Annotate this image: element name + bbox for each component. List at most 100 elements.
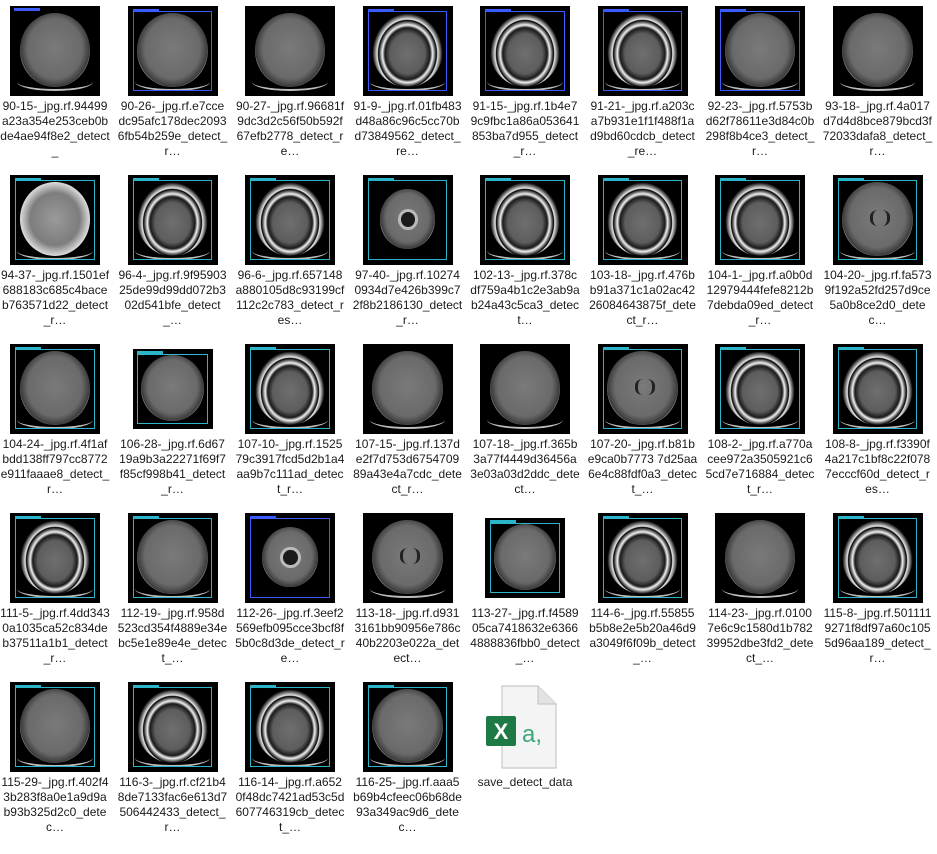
detection-label — [602, 177, 629, 181]
file-item[interactable]: 113-18-_jpg.rf.d9313161bb90956e786c40b22… — [353, 507, 463, 673]
detection-box — [602, 349, 683, 429]
file-item[interactable]: 116-14-_jpg.rf.a6520f48dc7421ad53c5d6077… — [235, 676, 345, 842]
detection-box — [250, 687, 330, 767]
detection-box — [602, 11, 683, 91]
file-item[interactable]: 102-13-_jpg.rf.378cdf759a4b1c2e3ab9ab24a… — [470, 169, 580, 335]
ct-thumbnail — [127, 513, 218, 603]
detection-label — [132, 177, 159, 181]
detection-box — [720, 180, 800, 260]
file-item[interactable]: 107-18-_jpg.rf.365b3a77f4449d36456a3e03a… — [470, 338, 580, 504]
file-item[interactable]: 93-18-_jpg.rf.4a017d7d4d8bce879bcd3f7203… — [823, 0, 933, 166]
file-name-label: 104-20-_jpg.rf.fa5739f192a52fd257d9ce5a0… — [823, 268, 932, 327]
detection-box — [367, 11, 448, 91]
ct-thumbnail — [362, 513, 453, 603]
file-item[interactable]: 115-8-_jpg.rf.5011119271f8df97a60c1055d9… — [823, 507, 933, 673]
file-name-label: 96-6-_jpg.rf.657148a880105d8c93199cf112c… — [235, 268, 345, 327]
ct-thumbnail — [362, 6, 453, 96]
file-item[interactable]: 104-24-_jpg.rf.4f1afbdd138ff797cc8772e91… — [0, 338, 110, 504]
detection-label — [15, 684, 42, 688]
file-item[interactable]: 97-40-_jpg.rf.102740934d7e426b399c72f8b2… — [353, 169, 463, 335]
file-item[interactable]: 90-27-_jpg.rf.96681f9dc3d2c56f50b592f67e… — [235, 0, 345, 166]
file-name-label: save_detect_data — [477, 775, 573, 789]
ct-thumbnail — [10, 344, 100, 434]
ct-thumbnail — [10, 175, 100, 265]
file-name-label: 103-18-_jpg.rf.476bb91a371c1a02ac4226084… — [589, 268, 696, 327]
file-name-label: 102-13-_jpg.rf.378cdf759a4b1c2e3ab9ab24a… — [470, 268, 580, 327]
file-item[interactable]: 108-2-_jpg.rf.a770acee972a3505921c65cd7e… — [705, 338, 815, 504]
ct-thumbnail — [245, 682, 335, 772]
ct-thumbnail — [715, 513, 805, 603]
detection-label — [489, 520, 516, 524]
detection-box — [367, 180, 448, 260]
file-item[interactable]: 107-15-_jpg.rf.137de2f7d753d675470989a43… — [353, 338, 463, 504]
file-name-label: 96-4-_jpg.rf.9f9590325de99d99dd072b302d5… — [118, 268, 227, 327]
detection-box — [15, 518, 95, 598]
detection-label — [132, 684, 159, 688]
ct-thumbnail — [128, 344, 218, 434]
ct-thumbnail — [127, 682, 218, 772]
file-item[interactable]: 103-18-_jpg.rf.476bb91a371c1a02ac4226084… — [588, 169, 698, 335]
file-name-label: 91-9-_jpg.rf.01fb483d48a86c96c5cc70bd738… — [353, 99, 462, 158]
detection-box — [720, 349, 800, 429]
ct-thumbnail — [832, 513, 923, 603]
file-item[interactable]: 107-10-_jpg.rf.152579c3917fcd5d2b1a4aa9b… — [235, 338, 345, 504]
file-item[interactable]: 91-15-_jpg.rf.1b4e79c9fbc1a86a053641853b… — [470, 0, 580, 166]
detection-label — [720, 8, 747, 12]
file-item[interactable]: 94-37-_jpg.rf.1501ef688183c685c4baceb763… — [0, 169, 110, 335]
detection-label — [837, 177, 864, 181]
file-item[interactable]: 114-6-_jpg.rf.55855b5b8e2e5b20a46d9a3049… — [588, 507, 698, 673]
detection-label — [602, 346, 629, 350]
file-item[interactable]: 107-20-_jpg.rf.b81be9ca0b7773 7d25aa6e4c… — [588, 338, 698, 504]
file-item[interactable]: 116-3-_jpg.rf.cf21b48de7133fac6e613d7506… — [118, 676, 228, 842]
detection-label — [602, 515, 629, 519]
file-grid: 90-15-_jpg.rf.94499a23a354e253ceb0bde4ae… — [0, 0, 937, 854]
detection-label — [367, 177, 394, 181]
file-name-label: 112-19-_jpg.rf.958d523cd354f4889e34ebc5e… — [117, 606, 228, 665]
file-item[interactable]: 90-15-_jpg.rf.94499a23a354e253ceb0bde4ae… — [0, 0, 110, 166]
file-item-excel[interactable]: Xa, save_detect_data — [470, 676, 580, 842]
detection-box — [137, 353, 208, 425]
file-item[interactable]: 111-5-_jpg.rf.4dd3430a1035ca52c834deb375… — [0, 507, 110, 673]
detection-label — [250, 346, 277, 350]
file-item[interactable]: 108-8-_jpg.rf.f3390f4a217c1bf8c22f0787ec… — [823, 338, 933, 504]
detection-box — [132, 11, 213, 91]
detection-box — [837, 518, 918, 598]
file-item[interactable]: 90-26-_jpg.rf.e7ccedc95afc178dec20936fb5… — [118, 0, 228, 166]
ct-thumbnail — [362, 175, 453, 265]
ct-thumbnail — [10, 513, 100, 603]
ct-thumbnail — [362, 682, 453, 772]
file-item[interactable]: 96-6-_jpg.rf.657148a880105d8c93199cf112c… — [235, 169, 345, 335]
file-name-label: 97-40-_jpg.rf.102740934d7e426b399c72f8b2… — [352, 268, 463, 327]
detection-label — [250, 515, 277, 519]
ct-thumbnail — [245, 175, 335, 265]
file-item[interactable]: 91-9-_jpg.rf.01fb483d48a86c96c5cc70bd738… — [353, 0, 463, 166]
file-item[interactable]: 96-4-_jpg.rf.9f9590325de99d99dd072b302d5… — [118, 169, 228, 335]
ct-thumbnail — [715, 175, 805, 265]
detection-box — [367, 687, 448, 767]
file-item[interactable]: 114-23-_jpg.rf.01007e6c9c1580d1b78239952… — [705, 507, 815, 673]
detection-label — [15, 346, 42, 350]
file-name-label: 107-18-_jpg.rf.365b3a77f4449d36456a3e03a… — [470, 437, 580, 496]
svg-text:X: X — [494, 719, 509, 744]
file-name-label: 108-2-_jpg.rf.a770acee972a3505921c65cd7e… — [705, 437, 815, 496]
file-item[interactable]: 112-19-_jpg.rf.958d523cd354f4889e34ebc5e… — [118, 507, 228, 673]
file-item[interactable]: 91-21-_jpg.rf.a203ca7b931e1f1f488f1ad9bd… — [588, 0, 698, 166]
ct-thumbnail — [362, 344, 453, 434]
detection-box — [489, 522, 561, 594]
file-item[interactable]: 116-25-_jpg.rf.aaa5b69b4cfeec06b68de93a3… — [353, 676, 463, 842]
file-item[interactable]: 113-27-_jpg.rf.f458905ca7418632e63664888… — [470, 507, 580, 673]
file-item[interactable]: 104-1-_jpg.rf.a0b0d12979444fefe8212b7deb… — [705, 169, 815, 335]
file-name-label: 104-24-_jpg.rf.4f1afbdd138ff797cc8772e91… — [0, 437, 110, 496]
detection-label — [367, 684, 394, 688]
file-item[interactable]: 92-23-_jpg.rf.5753bd62f78611e3d84c0b298f… — [705, 0, 815, 166]
detection-label — [15, 177, 42, 181]
detection-box — [602, 180, 683, 260]
file-name-label: 113-27-_jpg.rf.f458905ca7418632e63664888… — [470, 606, 580, 665]
detection-box — [132, 180, 213, 260]
file-name-label: 116-3-_jpg.rf.cf21b48de7133fac6e613d7506… — [117, 775, 228, 834]
file-item[interactable]: 104-20-_jpg.rf.fa5739f192a52fd257d9ce5a0… — [823, 169, 933, 335]
file-item[interactable]: 106-28-_jpg.rf.6d6719a9b3a22271f69f7f85c… — [118, 338, 228, 504]
file-item[interactable]: 115-29-_jpg.rf.402f43b283f8a0e1a9d9ab93b… — [0, 676, 110, 842]
file-item[interactable]: 112-26-_jpg.rf.3eef2569efb095cce3bcf8f5b… — [235, 507, 345, 673]
detection-box — [250, 180, 330, 260]
